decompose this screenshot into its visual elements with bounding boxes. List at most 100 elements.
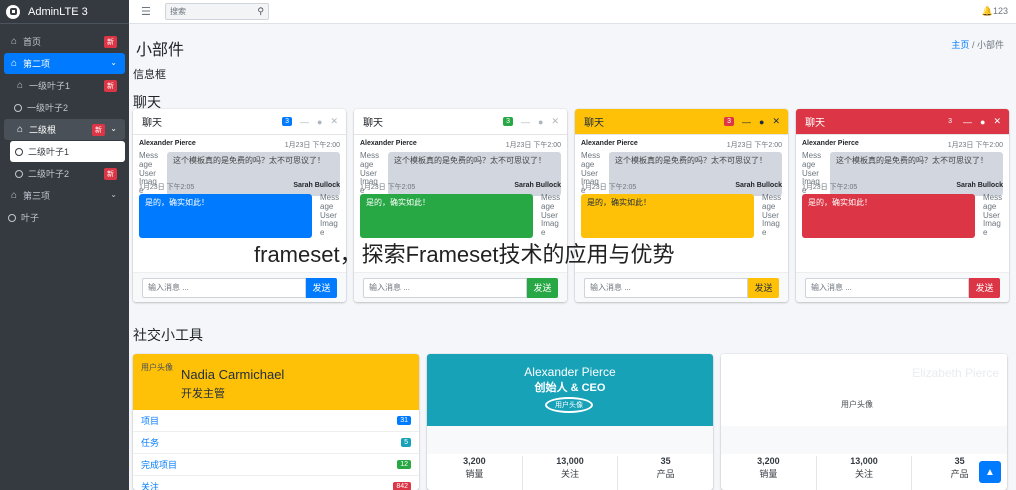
count-badge: 12 [397, 460, 411, 469]
notification-bell[interactable]: 🔔123 [982, 6, 1008, 17]
search-placeholder: 搜索 [170, 7, 186, 16]
circle-icon [8, 213, 16, 222]
list-item[interactable]: 任务 5 [133, 432, 419, 454]
message-time: 1月23日 下午2:00 [726, 142, 782, 149]
chat-input-area: 输入消息 ... 发送 [796, 272, 1009, 302]
close-icon[interactable]: ✕ [772, 116, 780, 127]
social-section-heading: 社交小工具 [133, 327, 203, 343]
message-time: 1月23日 下午2:00 [505, 142, 561, 149]
list-item[interactable]: 项目 31 [133, 410, 419, 432]
chat-card-title: 聊天 [363, 118, 383, 129]
user-avatar: Message User Image [320, 192, 340, 238]
close-icon[interactable]: ✕ [551, 116, 559, 127]
sidebar-item-level2-root[interactable]: ⌂ 二级根 新 ⌄ [4, 119, 125, 140]
message-bubble: 是的，确实如此！ [802, 193, 975, 238]
message-input[interactable]: 输入消息 ... [584, 277, 748, 298]
stat-block: 35 产品 [618, 456, 713, 490]
message-time: 1月23日 下午2:05 [581, 183, 637, 191]
sidebar-item-leaf2[interactable]: 一级叶子2 [4, 97, 125, 118]
message-row: 是的，确实如此！ Message User Image [581, 193, 782, 238]
contacts-icon[interactable]: ● [538, 117, 543, 127]
message-meta: 1月23日 下午2:05 Sarah Bullock [581, 182, 782, 192]
chat-card: 聊天 3 — ● ✕ Alexander Pierce 1月23日 下午2:00 Messag… [133, 109, 346, 302]
stat-value: 13,000 [850, 456, 878, 466]
breadcrumb-home[interactable]: 主页 [951, 40, 969, 50]
message-sender: Sarah Bullock [735, 181, 782, 189]
card-tools: 3 — ● ✕ [282, 116, 338, 127]
list-item-label: 关注 [141, 482, 160, 490]
widget-stats: 3,200 销量 13,000 关注 35 产品 [427, 426, 713, 490]
sidebar-item-label: 二级根 [29, 125, 57, 135]
list-item[interactable]: 关注 842 [133, 476, 419, 490]
card-tools: 3 — ● ✕ [503, 116, 559, 127]
sidebar-item-label: 首页 [23, 37, 42, 47]
message-time: 1月23日 下午2:00 [947, 142, 1003, 149]
send-button[interactable]: 发送 [969, 277, 1000, 298]
message-count-badge: 3 [282, 117, 293, 126]
list-item-label: 任务 [141, 438, 160, 448]
message-input[interactable]: 输入消息 ... [363, 277, 527, 298]
menu-toggle-icon[interactable]: ☰ [141, 5, 151, 18]
breadcrumb-current: 小部件 [976, 40, 1004, 50]
stat-block: 13,000 关注 [817, 456, 913, 490]
brand-logo-icon [6, 4, 20, 19]
contacts-icon[interactable]: ● [317, 117, 322, 127]
chat-input-area: 输入消息 ... 发送 [575, 272, 788, 302]
message-meta: Alexander Pierce 1月23日 下午2:00 [802, 140, 1003, 150]
home-icon: ⌂ [16, 80, 24, 91]
count-badge: 5 [401, 438, 411, 447]
sidebar-item-label: 二级叶子2 [28, 169, 70, 179]
send-button[interactable]: 发送 [527, 277, 558, 298]
chat-card-title: 聊天 [584, 118, 604, 129]
send-button[interactable]: 发送 [748, 277, 779, 298]
message-time: 1月23日 下午2:00 [284, 142, 340, 149]
widget-header: 用户头像 Nadia Carmichael 开发主管 [133, 354, 419, 410]
collapse-icon[interactable]: — [742, 117, 751, 127]
stat-value: 3,200 [757, 456, 780, 466]
collapse-icon[interactable]: — [300, 117, 309, 127]
stat-label: 关注 [561, 469, 580, 479]
stat-label: 关注 [855, 469, 874, 479]
collapse-icon[interactable]: — [963, 117, 972, 127]
sidebar-item-leaf1[interactable]: ⌂ 一级叶子1 新 [4, 75, 125, 96]
contacts-icon[interactable]: ● [759, 117, 764, 127]
chat-card: 聊天 3 — ● ✕ Alexander Pierce 1月23日 下午2:00 Messag… [796, 109, 1009, 302]
user-widget-alexander: Alexander Pierce 创始人 & CEO 用户头像 3,200 销量 1… [427, 354, 713, 490]
sidebar-item-second[interactable]: ⌂ 第二项 ⌄ [4, 53, 125, 74]
sidebar-item-third[interactable]: ⌂ 第三项 ⌄ [4, 185, 125, 206]
chat-card-title: 聊天 [805, 118, 825, 129]
search-input[interactable]: 搜索 ⚲ [165, 3, 269, 20]
back-to-top-button[interactable]: ▲ [979, 461, 1001, 483]
message-input[interactable]: 输入消息 ... [805, 277, 969, 298]
list-item[interactable]: 完成项目 12 [133, 454, 419, 476]
circle-icon [14, 103, 22, 112]
message-meta: Alexander Pierce 1月23日 下午2:00 [139, 140, 340, 150]
send-button[interactable]: 发送 [306, 277, 337, 298]
widget-username: Alexander Pierce [524, 365, 616, 379]
contacts-icon[interactable]: ● [980, 117, 985, 127]
count-badge: 31 [397, 416, 411, 425]
stat-label: 销量 [759, 469, 778, 479]
message-count-badge: 3 [503, 117, 514, 126]
widget-username: Elizabeth Pierce [912, 366, 999, 380]
sidebar-item-level2-leaf1[interactable]: 二级叶子1 [10, 141, 125, 162]
stat-value: 3,200 [463, 456, 486, 466]
chat-card: 聊天 3 — ● ✕ Alexander Pierce 1月23日 下午2:00 Messag… [575, 109, 788, 302]
user-avatar: 用户头像 [841, 400, 873, 409]
search-icon[interactable]: ⚲ [257, 6, 264, 17]
collapse-icon[interactable]: — [521, 117, 530, 127]
user-avatar: Message User Image [983, 192, 1003, 238]
message-input[interactable]: 输入消息 ... [142, 277, 306, 298]
sidebar-item-leaf[interactable]: 叶子 [4, 207, 125, 228]
card-tools: 3 — ● ✕ [724, 116, 780, 127]
brand-link[interactable]: AdminLTE 3 [0, 0, 129, 24]
sidebar-item-level2-leaf2[interactable]: 二级叶子2 新 [10, 163, 125, 184]
sidebar-item-label: 第二项 [23, 59, 51, 69]
close-icon[interactable]: ✕ [330, 116, 338, 127]
brand-name: AdminLTE 3 [28, 5, 88, 18]
sidebar-item-home[interactable]: ⌂ 首页 新 [4, 31, 125, 52]
close-icon[interactable]: ✕ [993, 116, 1001, 127]
chat-messages: Alexander Pierce 1月23日 下午2:00 Message User… [796, 135, 1009, 275]
widget-user-desc: 创始人 & CEO [534, 382, 606, 394]
message-row: 是的，确实如此！ Message User Image [802, 192, 1003, 238]
